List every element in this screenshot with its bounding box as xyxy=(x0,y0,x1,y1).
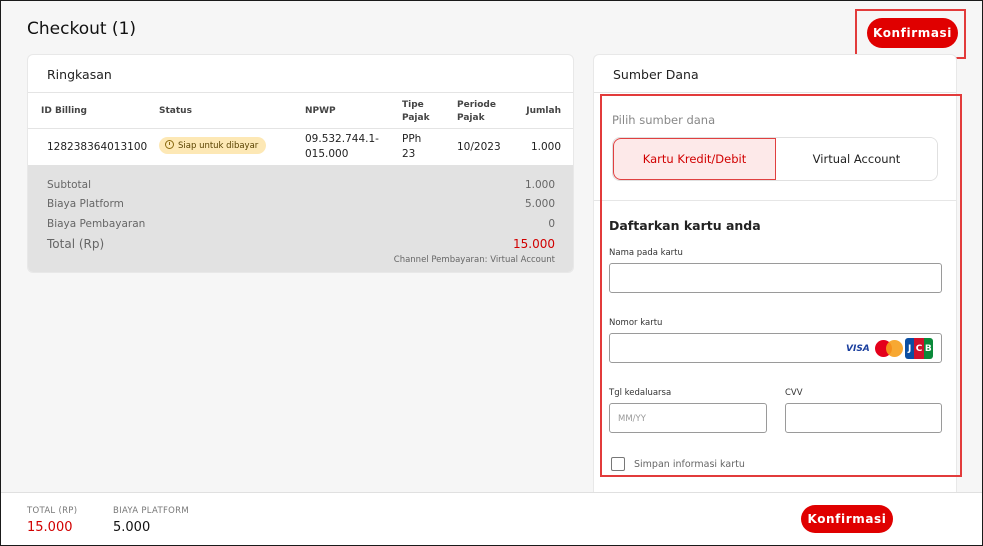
cell-npwp: 09.532.744.1- 015.000 xyxy=(305,132,379,162)
footer-platform-label: BIAYA PLATFORM xyxy=(113,506,189,516)
summary-card: Ringkasan ID Billing Status NPWP Tipe Pa… xyxy=(27,54,574,273)
status-badge: Siap untuk dibayar xyxy=(159,137,267,154)
status-badge-label: Siap untuk dibayar xyxy=(178,141,259,151)
table-header: ID Billing Status NPWP Tipe Pajak Period… xyxy=(28,93,573,129)
payment-fee-value: 0 xyxy=(548,218,555,230)
npwp-line-2: 015.000 xyxy=(305,148,349,160)
tipe-line-2: 23 xyxy=(402,148,416,160)
col-status: Status xyxy=(159,106,192,116)
cell-periode: 10/2023 xyxy=(457,141,501,153)
footer-total-label: TOTAL (RP) xyxy=(27,506,78,516)
col-periode-pajak: Periode Pajak xyxy=(457,100,496,123)
cvv-input[interactable] xyxy=(785,403,942,433)
mastercard-icon xyxy=(875,340,903,357)
card-name-input[interactable] xyxy=(609,263,942,293)
cell-id-billing: 128238364013100 xyxy=(47,141,148,153)
checkout-footer: TOTAL (RP) 15.000 BIAYA PLATFORM 5.000 K… xyxy=(1,492,982,545)
visa-icon: VISA xyxy=(846,344,870,354)
tipe-line-1: PPh xyxy=(402,133,422,145)
page-title: Checkout (1) xyxy=(27,19,137,39)
tab-virtual-account[interactable]: Virtual Account xyxy=(776,138,937,180)
expiry-label: Tgl kedaluarsa xyxy=(609,388,672,398)
footer-confirm-button[interactable]: Konfirmasi xyxy=(801,505,893,533)
funding-source-title: Sumber Dana xyxy=(594,55,956,93)
cvv-label: CVV xyxy=(785,388,803,398)
platform-fee-value: 5.000 xyxy=(524,198,555,210)
npwp-line-1: 09.532.744.1- xyxy=(305,133,379,145)
total-label: Total (Rp) xyxy=(47,237,105,251)
tab-credit-debit-card[interactable]: Kartu Kredit/Debit xyxy=(613,138,776,180)
divider xyxy=(594,200,956,201)
jcb-letter-b: B xyxy=(923,338,933,359)
expiry-input[interactable]: MM/YY xyxy=(609,403,767,433)
platform-fee-label: Biaya Platform xyxy=(47,198,124,210)
jcb-letter-j: J xyxy=(905,338,915,359)
footer-total-value: 15.000 xyxy=(27,520,73,535)
funding-source-card: Sumber Dana Pilih sumber dana Kartu Kred… xyxy=(593,54,957,499)
card-form-title: Daftarkan kartu anda xyxy=(609,218,761,233)
card-number-label: Nomor kartu xyxy=(609,318,663,328)
save-card-checkbox[interactable] xyxy=(611,457,625,471)
col-id-billing: ID Billing xyxy=(41,106,88,116)
totals-panel: Subtotal 1.000 Biaya Platform 5.000 Biay… xyxy=(28,165,573,272)
summary-title: Ringkasan xyxy=(28,55,573,93)
cell-tipe-pajak: PPh 23 xyxy=(402,132,421,162)
col-jumlah: Jumlah xyxy=(526,106,561,116)
save-card-label: Simpan informasi kartu xyxy=(634,459,745,470)
funding-source-tabs: Kartu Kredit/Debit Virtual Account xyxy=(612,137,938,181)
subtotal-value: 1.000 xyxy=(524,179,555,191)
jcb-icon: J C B xyxy=(905,338,933,359)
col-npwp: NPWP xyxy=(305,106,336,116)
card-name-label: Nama pada kartu xyxy=(609,248,683,258)
confirm-button-highlight: Konfirmasi xyxy=(855,9,966,59)
col-tipe-pajak: Tipe Pajak xyxy=(402,100,430,123)
confirm-button[interactable]: Konfirmasi xyxy=(867,18,958,48)
card-number-input[interactable]: VISA J C B xyxy=(609,333,942,363)
footer-platform-value: 5.000 xyxy=(113,520,151,535)
payment-fee-label: Biaya Pembayaran xyxy=(47,218,146,230)
cell-jumlah: 1.000 xyxy=(530,141,561,153)
table-row: 128238364013100 Siap untuk dibayar 09.53… xyxy=(28,129,573,165)
clock-icon xyxy=(165,140,174,149)
payment-channel: Channel Pembayaran: Virtual Account xyxy=(393,255,555,265)
jcb-letter-c: C xyxy=(914,338,924,359)
choose-source-label: Pilih sumber dana xyxy=(612,113,716,127)
total-value: 15.000 xyxy=(513,237,555,251)
subtotal-label: Subtotal xyxy=(47,179,91,191)
